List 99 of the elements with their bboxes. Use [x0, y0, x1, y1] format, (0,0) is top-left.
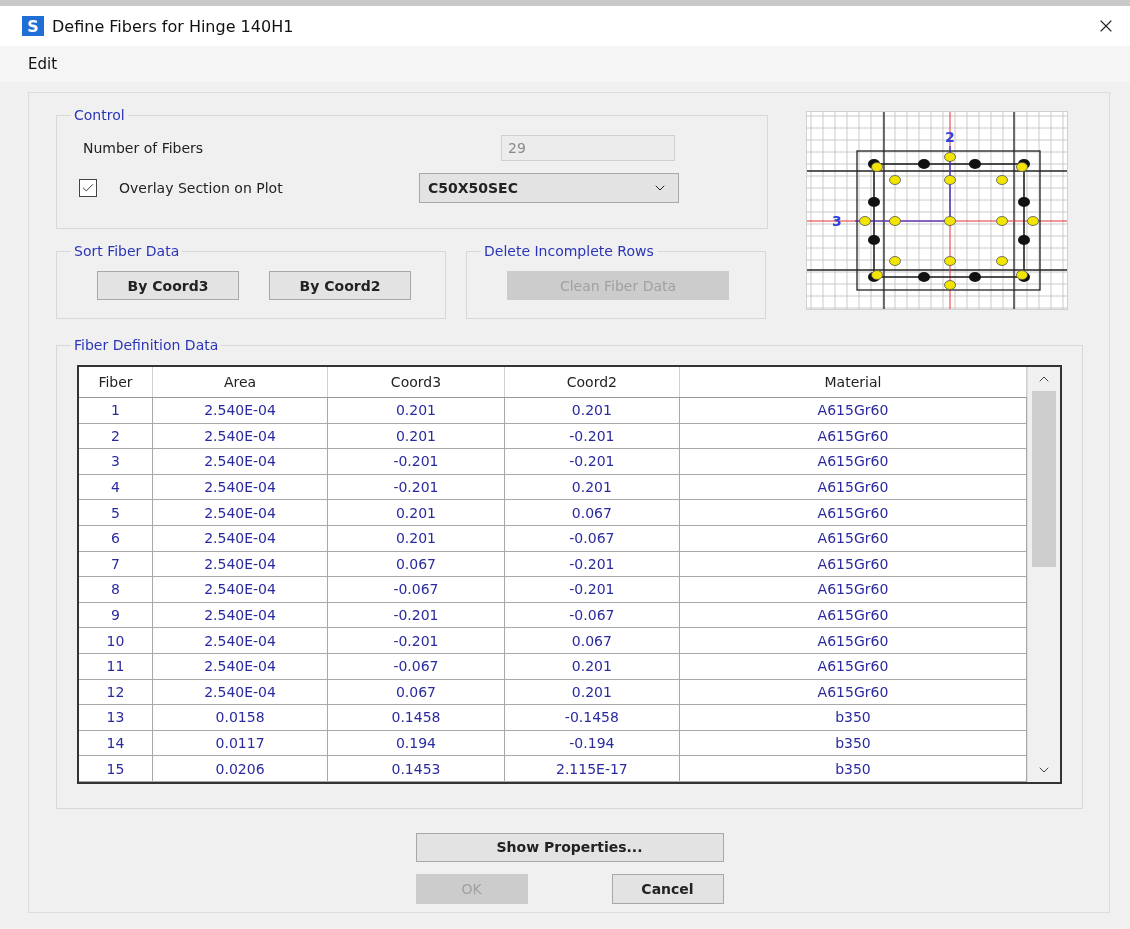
column-header: Coord2 — [504, 367, 680, 398]
table-cell: 2.540E-04 — [152, 679, 328, 705]
table-cell: 0.201 — [327, 423, 505, 449]
table-cell: 1 — [79, 397, 153, 424]
window-title: Define Fibers for Hinge 140H1 — [52, 16, 295, 36]
table-cell: -0.201 — [327, 474, 505, 500]
table-cell: -0.1458 — [504, 704, 680, 731]
table-cell: 0.201 — [504, 679, 680, 705]
group-title: Fiber Definition Data — [73, 337, 220, 353]
table-cell: 2 — [79, 423, 153, 449]
sort-button[interactable]: By Coord3 — [97, 271, 239, 300]
table-cell: -0.201 — [327, 602, 505, 628]
table-cell: 2.540E-04 — [152, 448, 328, 475]
axis-label: 2 — [945, 129, 955, 145]
table-cell: 0.201 — [504, 397, 680, 424]
table-cell: 9 — [79, 602, 153, 628]
table-cell: 3 — [79, 448, 153, 475]
scrollbar[interactable] — [1027, 367, 1060, 782]
table-cell: 0.1453 — [327, 755, 505, 782]
group-title: Sort Fiber Data — [73, 243, 181, 259]
table-cell: 0.0206 — [152, 755, 328, 782]
table-cell: 15 — [79, 755, 153, 782]
dialog-button[interactable]: Cancel — [611, 873, 724, 904]
field-label: Number of Fibers — [83, 140, 205, 156]
table-cell: -0.201 — [504, 576, 680, 603]
table-cell: 2.540E-04 — [152, 627, 328, 654]
table-cell: -0.067 — [504, 602, 680, 628]
sort-button[interactable]: By Coord2 — [269, 271, 411, 300]
table-cell: A615Gr60 — [679, 397, 1027, 424]
table-cell: A615Gr60 — [679, 448, 1027, 475]
table-cell: A615Gr60 — [679, 576, 1027, 603]
table-cell: 0.067 — [504, 627, 680, 654]
column-header: Area — [152, 367, 328, 398]
table-cell: 2.540E-04 — [152, 525, 328, 552]
table-cell: 7 — [79, 551, 153, 577]
table-cell: -0.201 — [504, 551, 680, 577]
app-logo-icon: S — [22, 16, 44, 36]
table-cell: 2.540E-04 — [152, 551, 328, 577]
table-cell: 11 — [79, 653, 153, 680]
table-cell: 0.067 — [327, 679, 505, 705]
table-cell: A615Gr60 — [679, 602, 1027, 628]
table-cell: 0.201 — [504, 474, 680, 500]
table-cell: 0.1458 — [327, 704, 505, 731]
table-cell: 2.540E-04 — [152, 576, 328, 603]
table-cell: 0.201 — [327, 397, 505, 424]
table-cell: 12 — [79, 679, 153, 705]
table-cell: 0.201 — [504, 653, 680, 680]
checkbox-label: Overlay Section on Plot — [119, 180, 284, 196]
table-cell: A615Gr60 — [679, 679, 1027, 705]
table-cell: b350 — [679, 704, 1027, 731]
table-cell: 14 — [79, 730, 153, 756]
axis-label: 3 — [832, 213, 842, 229]
table-cell: 13 — [79, 704, 153, 731]
table-cell: 0.194 — [327, 730, 505, 756]
table-cell: b350 — [679, 755, 1027, 782]
group-title: Delete Incomplete Rows — [483, 243, 655, 259]
table-cell: -0.067 — [327, 576, 505, 603]
table-cell: -0.201 — [327, 448, 505, 475]
show-properties-button[interactable]: Show Properties... — [415, 832, 724, 862]
section-dropdown[interactable]: C50X50SEC — [419, 173, 679, 203]
table-cell: 10 — [79, 627, 153, 654]
column-header: Coord3 — [327, 367, 505, 398]
table-cell: 0.0117 — [152, 730, 328, 756]
table-cell: 5 — [79, 499, 153, 526]
column-header: Material — [679, 367, 1027, 398]
table-cell: 4 — [79, 474, 153, 500]
table-cell: 0.067 — [327, 551, 505, 577]
table-cell: 2.540E-04 — [152, 474, 328, 500]
table-cell: A615Gr60 — [679, 423, 1027, 449]
table-cell: -0.201 — [327, 627, 505, 654]
table-cell: 0.201 — [327, 525, 505, 552]
table-cell: -0.201 — [504, 423, 680, 449]
table-cell: -0.067 — [504, 525, 680, 552]
table-cell: -0.067 — [327, 653, 505, 680]
table-cell: 2.540E-04 — [152, 653, 328, 680]
group-title: Control — [73, 107, 126, 123]
table-cell: A615Gr60 — [679, 551, 1027, 577]
table-cell: A615Gr60 — [679, 653, 1027, 680]
table-cell: 2.115E-17 — [504, 755, 680, 782]
column-header: Fiber — [79, 367, 153, 398]
table-cell: 8 — [79, 576, 153, 603]
table-cell: b350 — [679, 730, 1027, 756]
table-cell: 0.0158 — [152, 704, 328, 731]
table-cell: 0.067 — [504, 499, 680, 526]
table-cell: A615Gr60 — [679, 499, 1027, 526]
table-cell: 2.540E-04 — [152, 423, 328, 449]
table-cell: A615Gr60 — [679, 627, 1027, 654]
table-cell: 2.540E-04 — [152, 499, 328, 526]
table-cell: 2.540E-04 — [152, 397, 328, 424]
overlay-checkbox[interactable] — [79, 179, 97, 197]
table-cell: A615Gr60 — [679, 525, 1027, 552]
table-cell: 2.540E-04 — [152, 602, 328, 628]
table-cell: 0.201 — [327, 499, 505, 526]
menu-item[interactable]: Edit — [28, 55, 58, 73]
table-cell: -0.201 — [504, 448, 680, 475]
table-cell: -0.194 — [504, 730, 680, 756]
check-icon — [81, 181, 95, 195]
table-cell: A615Gr60 — [679, 474, 1027, 500]
table-cell: 6 — [79, 525, 153, 552]
